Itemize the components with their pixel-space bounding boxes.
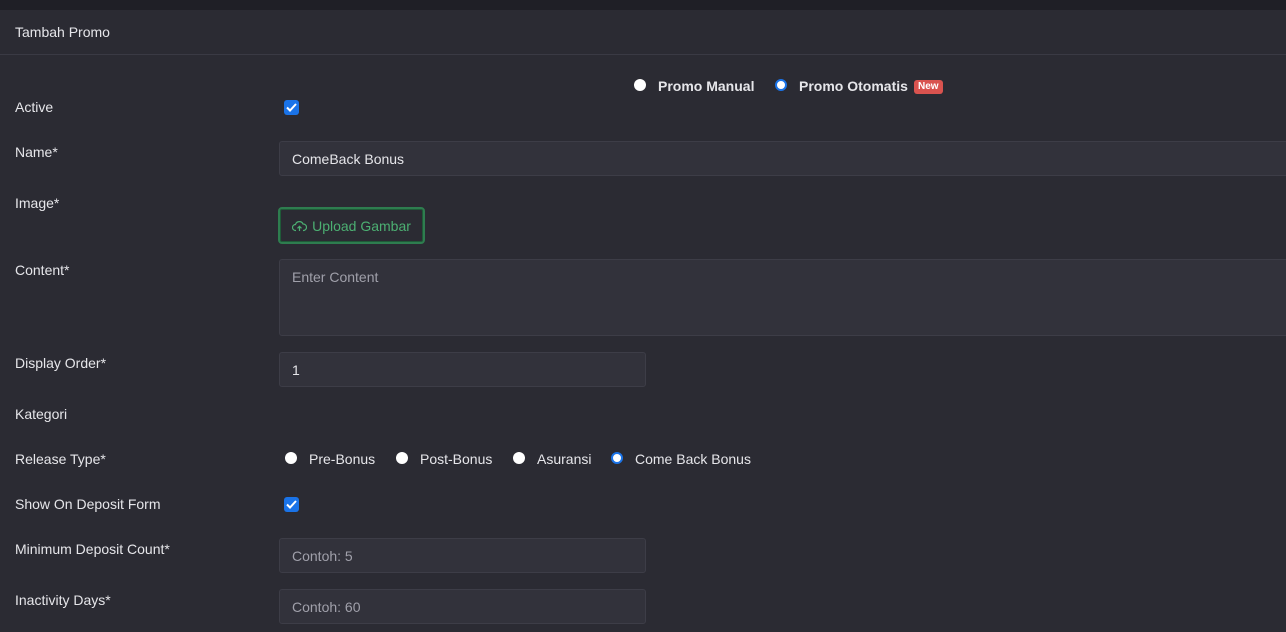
asuransi-radio[interactable]	[513, 452, 525, 464]
upload-image-button[interactable]: Upload Gambar	[278, 207, 425, 244]
min-deposit-label: Minimum Deposit Count*	[15, 541, 170, 557]
post-bonus-radio[interactable]	[396, 452, 408, 464]
active-checkbox[interactable]	[284, 100, 299, 115]
name-label: Name*	[15, 144, 58, 160]
release-type-label: Release Type*	[15, 451, 106, 467]
name-input[interactable]	[279, 141, 1286, 176]
top-bar	[0, 0, 1286, 10]
promo-otomatis-radio[interactable]	[775, 79, 787, 91]
asuransi-label[interactable]: Asuransi	[537, 451, 591, 467]
post-bonus-label[interactable]: Post-Bonus	[420, 451, 492, 467]
show-on-deposit-label: Show On Deposit Form	[15, 496, 161, 512]
promo-manual-radio[interactable]	[634, 79, 646, 91]
display-order-label: Display Order*	[15, 355, 107, 371]
page-title: Tambah Promo	[15, 24, 110, 40]
image-label: Image*	[15, 195, 60, 211]
display-order-input[interactable]	[279, 352, 646, 387]
content-label: Content*	[15, 262, 70, 278]
active-label: Active	[15, 99, 54, 115]
inactivity-days-label: Inactivity Days*	[15, 592, 111, 608]
come-back-bonus-radio[interactable]	[611, 452, 623, 464]
page-header: Tambah Promo	[0, 10, 1286, 55]
min-deposit-input[interactable]	[279, 538, 646, 573]
come-back-bonus-label[interactable]: Come Back Bonus	[635, 451, 751, 467]
show-on-deposit-checkbox[interactable]	[284, 497, 299, 512]
content-textarea[interactable]	[279, 259, 1286, 336]
check-icon	[286, 500, 297, 509]
cloud-upload-icon	[292, 220, 308, 231]
kategori-label: Kategori	[15, 406, 68, 422]
pre-bonus-radio[interactable]	[285, 452, 297, 464]
new-badge: New	[914, 80, 943, 94]
pre-bonus-label[interactable]: Pre-Bonus	[309, 451, 375, 467]
inactivity-days-input[interactable]	[279, 589, 646, 624]
check-icon	[286, 103, 297, 112]
upload-button-label: Upload Gambar	[312, 217, 411, 234]
promo-otomatis-label[interactable]: Promo Otomatis	[799, 78, 908, 94]
promo-manual-label[interactable]: Promo Manual	[658, 78, 754, 94]
